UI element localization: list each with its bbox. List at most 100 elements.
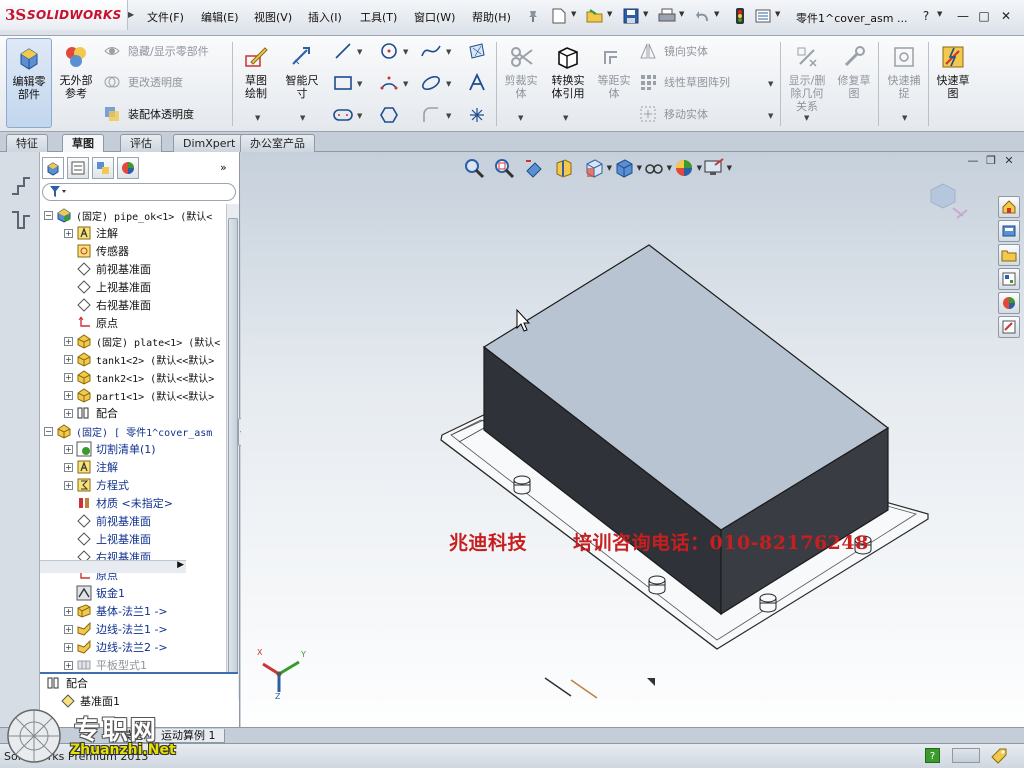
- tree-node[interactable]: + part1<1> (默认<<默认>: [64, 386, 214, 404]
- point-icon[interactable]: [466, 104, 488, 126]
- tree-node[interactable]: + 边线-法兰2 ->: [64, 638, 168, 656]
- pin-icon[interactable]: [524, 7, 542, 25]
- maximize-button[interactable]: □: [976, 8, 992, 24]
- menu-tools[interactable]: 工具(T): [360, 9, 397, 25]
- text-icon[interactable]: [466, 72, 488, 94]
- expand-icon[interactable]: +: [64, 372, 73, 382]
- tree-node[interactable]: 材质 <未指定>: [64, 494, 173, 512]
- help-button[interactable]: ?: [918, 8, 934, 24]
- chevron-down-icon[interactable]: ▼: [446, 112, 451, 120]
- rectangle-icon[interactable]: [332, 72, 354, 94]
- chevron-down-icon[interactable]: ▼: [768, 112, 773, 120]
- graphics-area[interactable]: ▼ ▼ ▼ ▼ ▼ — ❐ ✕ X Y Z 兆迪科技 培训咨询电话：010-82…: [241, 152, 1024, 742]
- tree-node[interactable]: 传感器: [64, 242, 129, 260]
- chevron-down-icon[interactable]: ▼: [403, 48, 408, 56]
- tree-node[interactable]: + 注解: [64, 458, 118, 476]
- chevron-down-icon[interactable]: ▼: [571, 10, 576, 18]
- expand-icon[interactable]: +: [64, 642, 73, 652]
- status-bar-panel[interactable]: [952, 748, 980, 763]
- plane-sketch-icon[interactable]: [466, 40, 488, 62]
- offset-entities-button[interactable]: 等距实体: [594, 38, 634, 128]
- menu-view[interactable]: 视图(V): [254, 9, 292, 25]
- chevron-down-icon[interactable]: ▼: [902, 114, 907, 122]
- expand-icon[interactable]: +: [64, 606, 73, 616]
- chevron-down-icon[interactable]: ▼: [804, 114, 809, 122]
- expand-icon[interactable]: +: [64, 336, 73, 346]
- change-transparency-button[interactable]: 更改透明度: [102, 71, 183, 93]
- line-icon[interactable]: [332, 40, 354, 62]
- tab-features[interactable]: 特征: [6, 134, 48, 152]
- repair-sketch-button[interactable]: 修复草图: [834, 38, 874, 128]
- edit-component-button[interactable]: 编辑零部件: [6, 38, 52, 128]
- tree-node[interactable]: 上视基准面: [64, 530, 151, 548]
- traffic-light-icon[interactable]: [731, 7, 749, 25]
- chevron-down-icon[interactable]: ▼: [714, 10, 719, 18]
- new-document-icon[interactable]: [550, 7, 568, 25]
- fillet-icon[interactable]: [420, 104, 442, 126]
- tree-node[interactable]: 前视基准面: [64, 260, 151, 278]
- tag-icon[interactable]: [990, 747, 1008, 768]
- expand-icon[interactable]: +: [64, 354, 73, 364]
- save-icon[interactable]: [622, 7, 640, 25]
- open-folder-icon[interactable]: [586, 7, 604, 25]
- spline-icon[interactable]: [420, 40, 442, 62]
- chevron-down-icon[interactable]: ▼: [357, 48, 362, 56]
- expand-icon[interactable]: +: [64, 462, 73, 472]
- expand-icon[interactable]: +: [64, 444, 73, 454]
- sketch-toolbar-icon[interactable]: [10, 174, 32, 201]
- assembly-transparency-button[interactable]: 装配体透明度: [102, 103, 194, 125]
- step-toolbar-icon[interactable]: [10, 208, 32, 235]
- no-external-refs-button[interactable]: 无外部参考: [54, 38, 98, 128]
- arc-icon[interactable]: [378, 72, 400, 94]
- tree-node-mates[interactable]: 配合: [46, 674, 88, 692]
- tree-node[interactable]: 右视基准面: [64, 296, 151, 314]
- polygon-icon[interactable]: [378, 104, 400, 126]
- tree-node[interactable]: 前视基准面: [64, 512, 151, 530]
- expand-pane-icon[interactable]: »: [220, 161, 227, 174]
- expand-icon[interactable]: +: [64, 390, 73, 400]
- tab-sketch[interactable]: 草图: [62, 134, 104, 153]
- tree-horizontal-scrollbar[interactable]: ▶: [40, 560, 186, 573]
- chevron-down-icon[interactable]: ▼: [518, 114, 523, 122]
- ellipse-icon[interactable]: [420, 72, 442, 94]
- tree-node[interactable]: + tank1<2> (默认<<默认>: [64, 350, 214, 368]
- hide-show-components-button[interactable]: 隐藏/显示零部件: [102, 40, 209, 62]
- scrollbar-thumb[interactable]: [228, 218, 238, 688]
- tree-node[interactable]: − (固定) [ 零件1^cover_asm: [44, 422, 212, 440]
- model-view[interactable]: [241, 152, 1024, 742]
- chevron-down-icon[interactable]: ▼: [768, 80, 773, 88]
- expand-icon[interactable]: +: [64, 624, 73, 634]
- print-icon[interactable]: [658, 7, 676, 25]
- slot-icon[interactable]: [332, 104, 354, 126]
- solidworks-logo[interactable]: 3S SOLIDWORKS: [0, 0, 128, 30]
- tree-node[interactable]: + 注解: [64, 224, 118, 242]
- feature-manager-tab[interactable]: [42, 157, 64, 179]
- tree-node[interactable]: + 切割清单(1): [64, 440, 156, 458]
- collapse-icon[interactable]: −: [44, 210, 53, 220]
- mirror-entities-button[interactable]: 镜向实体: [638, 40, 708, 62]
- linear-pattern-button[interactable]: 线性草图阵列: [638, 71, 730, 93]
- expand-icon[interactable]: +: [64, 660, 73, 670]
- circle-icon[interactable]: [378, 40, 400, 62]
- tree-node[interactable]: + (固定) plate<1> (默认<: [64, 332, 220, 350]
- close-button[interactable]: ✕: [998, 8, 1014, 24]
- move-entities-button[interactable]: 移动实体: [638, 103, 708, 125]
- menu-help[interactable]: 帮助(H): [472, 9, 511, 25]
- chevron-down-icon[interactable]: ▼: [643, 10, 648, 18]
- rapid-sketch-button[interactable]: 快速草图: [932, 38, 974, 128]
- tree-node[interactable]: + 方程式: [64, 476, 129, 494]
- collapse-icon[interactable]: −: [44, 426, 53, 436]
- tree-vertical-scrollbar[interactable]: [226, 204, 239, 700]
- chevron-down-icon[interactable]: ▼: [255, 114, 260, 122]
- scroll-right-icon[interactable]: ▶: [177, 560, 184, 570]
- chevron-down-icon[interactable]: ▼: [300, 114, 305, 122]
- tree-node[interactable]: + 基体-法兰1 ->: [64, 602, 168, 620]
- expand-icon[interactable]: +: [64, 408, 73, 418]
- tab-office-products[interactable]: 办公室产品: [240, 134, 315, 152]
- chevron-down-icon[interactable]: ▼: [775, 10, 780, 18]
- menu-insert[interactable]: 插入(I): [308, 9, 342, 25]
- tree-node[interactable]: 原点: [64, 314, 118, 332]
- chevron-down-icon[interactable]: ▼: [446, 48, 451, 56]
- chevron-down-icon[interactable]: ▼: [563, 114, 568, 122]
- chevron-down-icon[interactable]: ▼: [679, 10, 684, 18]
